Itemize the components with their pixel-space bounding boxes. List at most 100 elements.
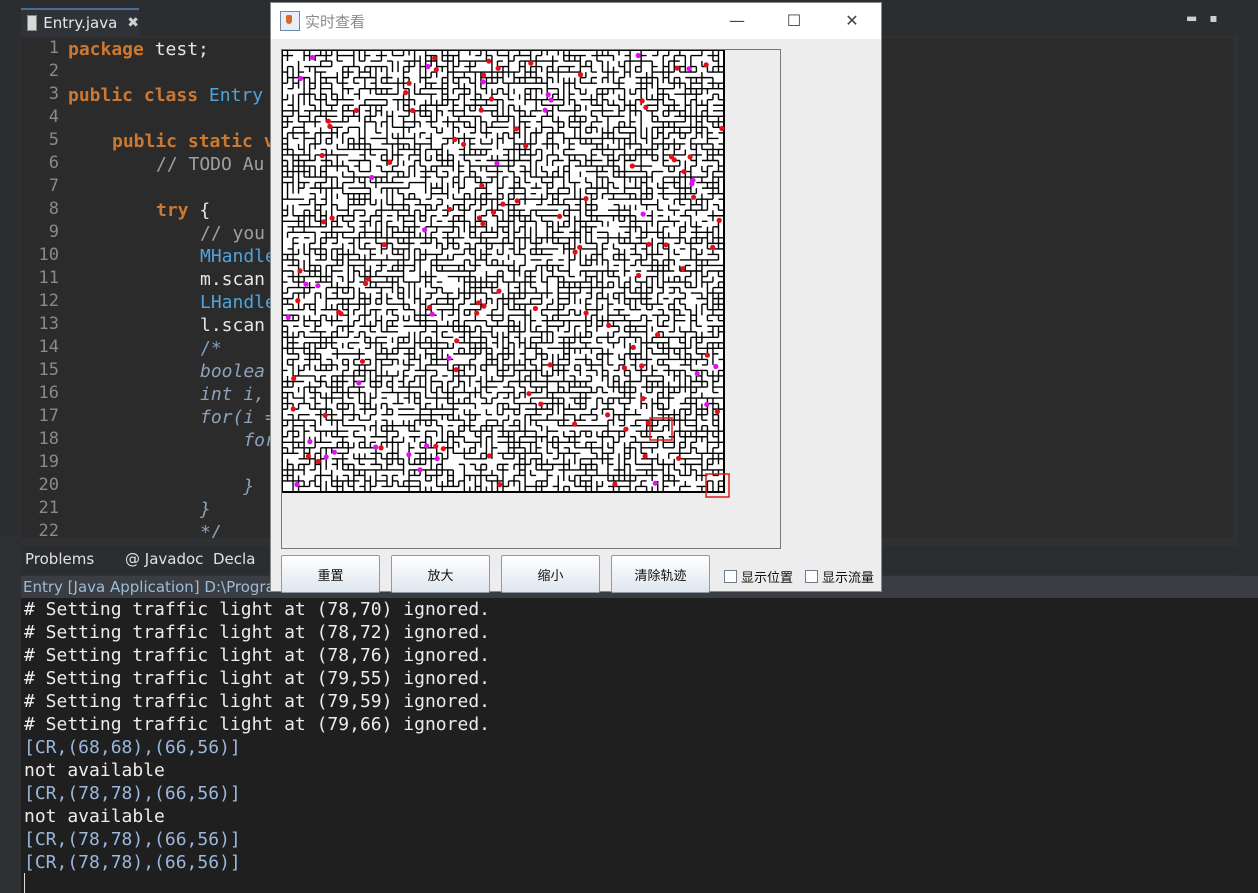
vehicle-dot — [427, 304, 433, 310]
console-output[interactable]: # Setting traffic light at (78,70) ignor… — [21, 598, 1258, 893]
zoom-in-button[interactable]: 放大 — [391, 555, 490, 593]
vehicle-dot — [481, 72, 487, 78]
vehicle-dot — [494, 160, 500, 166]
vehicle-dot — [572, 421, 578, 427]
keyword: class — [133, 85, 199, 106]
vehicle-dot — [323, 454, 329, 460]
code-line-17: for(i = — [200, 406, 276, 429]
window-titlebar[interactable]: 实时查看 — ☐ ✕ — [271, 3, 881, 39]
vehicle-dot — [406, 452, 412, 458]
line-number: 10 — [38, 245, 59, 265]
road-lines — [282, 50, 725, 493]
code-token: m.scan — [200, 269, 266, 290]
vehicle-dot — [490, 209, 497, 215]
vehicle-dot — [476, 300, 482, 306]
vehicle-dot — [514, 198, 520, 204]
comment: int i, — [200, 384, 266, 405]
class-name: LHandle — [200, 292, 276, 313]
vehicle-dot — [446, 355, 452, 361]
maximize-button[interactable]: ☐ — [774, 9, 814, 33]
line-number: 4 — [48, 107, 59, 127]
comment: for — [200, 430, 276, 451]
vehicle-dot — [557, 213, 563, 219]
vehicle-dot — [713, 363, 719, 370]
keyword: public — [112, 131, 178, 152]
vehicle-dot — [480, 221, 486, 227]
vehicle-dot — [532, 305, 538, 312]
minimize-maximize-icons[interactable]: ▬▪ — [1186, 11, 1229, 25]
code-line-5: public static v — [112, 130, 275, 153]
close-button[interactable]: ✕ — [832, 9, 872, 33]
line-number: 12 — [38, 291, 59, 311]
vehicle-dot — [474, 310, 480, 316]
vehicle-dot — [331, 449, 337, 455]
vehicle-dot — [481, 303, 487, 309]
comment: /* — [200, 338, 222, 359]
vehicle-dot — [646, 241, 652, 247]
vehicle-dot — [694, 371, 700, 377]
realtime-view-window[interactable]: 实时查看 — ☐ ✕ 重置 放大 缩小 清除轨迹 显示位置 显示流量 — [270, 2, 882, 593]
console-line: [CR,(78,78),(66,56)] — [24, 852, 241, 873]
vehicle-dot — [621, 365, 627, 371]
vehicle-dot — [363, 280, 369, 287]
close-icon[interactable]: ✖ — [127, 15, 139, 31]
line-number: 8 — [48, 199, 59, 219]
vehicle-dot — [676, 455, 682, 461]
checkbox-box[interactable] — [724, 570, 737, 583]
vehicle-dot — [704, 352, 710, 358]
code-line-22: */ — [200, 521, 222, 538]
vehicle-dot — [479, 183, 485, 189]
line-number: 19 — [38, 452, 59, 472]
vehicle-dot — [583, 310, 589, 316]
vehicle-dot — [478, 107, 484, 113]
line-number: 14 — [38, 337, 59, 357]
vehicle-dot — [639, 98, 645, 104]
tab-problems[interactable]: Problems — [25, 550, 94, 568]
line-number: 5 — [48, 130, 59, 150]
vehicle-dot — [703, 62, 709, 68]
reset-button[interactable]: 重置 — [281, 555, 380, 593]
class-name: MHandle — [200, 246, 276, 267]
code-line-3: public class Entry — [68, 84, 263, 107]
line-number: 9 — [48, 222, 59, 242]
zoom-out-button[interactable]: 缩小 — [501, 555, 600, 593]
tab-declaration[interactable]: Decla — [213, 550, 255, 568]
vehicle-dot — [319, 152, 325, 159]
tab-javadoc[interactable]: @ Javadoc — [125, 550, 203, 568]
line-number-gutter: 1 2 3 4 5 6 7 8 9 10 11 12 13 14 15 16 1… — [21, 38, 63, 538]
vehicle-dot — [310, 54, 316, 61]
vehicle-dot — [500, 201, 506, 207]
vehicle-dot — [432, 55, 438, 61]
code-token: test; — [143, 39, 209, 60]
vehicle-dot — [689, 181, 695, 187]
vehicle-dot — [547, 362, 553, 368]
minimize-button[interactable]: — — [717, 9, 757, 33]
show-position-checkbox[interactable]: 显示位置 — [724, 567, 793, 586]
checkbox-box[interactable] — [805, 570, 818, 583]
vehicle-dot — [606, 322, 612, 328]
line-number: 11 — [38, 268, 59, 288]
map-canvas[interactable] — [281, 49, 781, 549]
vehicle-dot — [373, 444, 379, 450]
vehicle-dot — [655, 332, 661, 338]
show-flow-checkbox[interactable]: 显示流量 — [805, 567, 874, 586]
line-number: 3 — [48, 84, 59, 104]
clear-trace-button[interactable]: 清除轨迹 — [611, 555, 710, 593]
editor-tab-entry-java[interactable]: Entry.java ✖ — [21, 8, 139, 36]
vehicle-dot — [327, 123, 333, 129]
vehicle-dot — [303, 281, 309, 287]
vehicle-dot — [629, 163, 635, 169]
comment: */ — [200, 522, 222, 538]
vehicle-dot — [454, 338, 460, 344]
vehicle-dot — [691, 194, 697, 200]
code-line-10: MHandle — [200, 245, 276, 268]
console-line: # Setting traffic light at (79,59) ignor… — [24, 691, 490, 712]
comment: } — [200, 499, 211, 520]
code-line-16: int i, — [200, 383, 265, 406]
code-line-13: l.scan — [200, 314, 265, 337]
vehicle-dot — [369, 174, 375, 181]
keyword: try — [156, 200, 189, 221]
vehicle-dot — [417, 467, 423, 473]
vehicle-dot — [356, 380, 362, 386]
vehicle-dot — [433, 67, 439, 73]
